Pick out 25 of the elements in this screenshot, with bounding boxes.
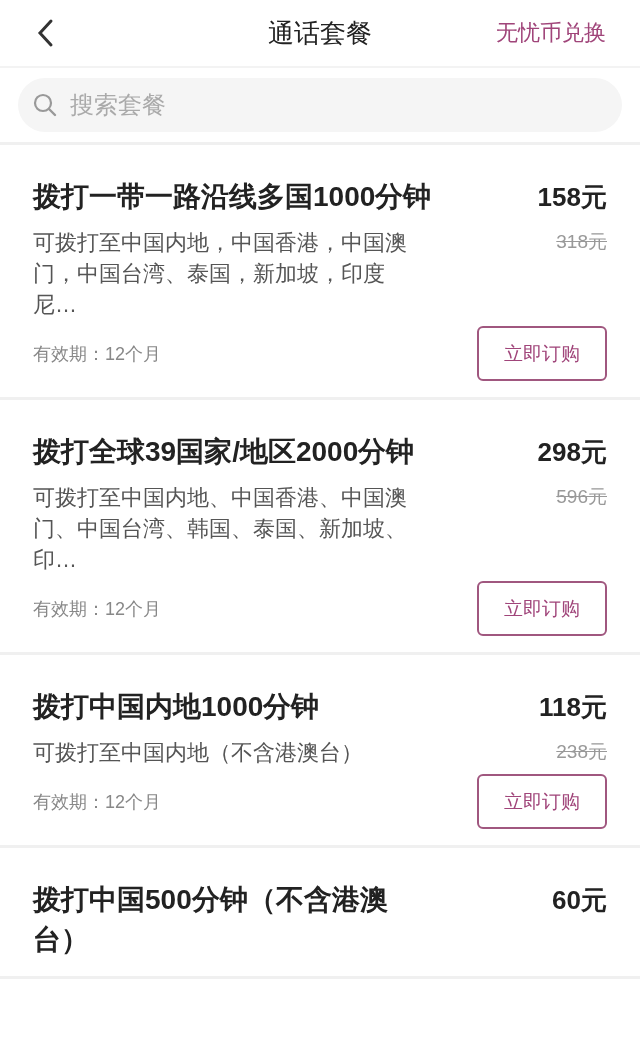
subscribe-button[interactable]: 立即订购 — [477, 581, 607, 636]
page-title: 通话套餐 — [267, 16, 373, 50]
validity-period: 有效期：12个月 — [33, 342, 162, 366]
plan-title: 拨打中国500分钟（不含港澳台） — [33, 883, 389, 957]
validity-period: 有效期：12个月 — [33, 597, 162, 621]
exchange-link[interactable]: 无忧币兑换 — [496, 18, 606, 48]
original-price: 596元 — [555, 485, 607, 509]
plan-title: 拨打中国内地1000分钟 — [33, 690, 321, 724]
search-icon — [32, 92, 58, 118]
subscribe-button[interactable]: 立即订购 — [477, 326, 607, 381]
plan-price: 60元 — [552, 884, 607, 917]
plan-price: 298元 — [537, 436, 607, 469]
plan-title: 拨打全球39国家/地区2000分钟 — [33, 435, 416, 469]
subscribe-button[interactable]: 立即订购 — [477, 774, 607, 829]
plan-description: 可拨打至中国内地（不含港澳台） — [33, 739, 364, 767]
original-price: 238元 — [555, 740, 607, 764]
plan-price: 118元 — [539, 691, 607, 724]
search-field[interactable]: 搜索套餐 — [18, 78, 622, 132]
plan-description: 可拨打至中国内地，中国香港，中国澳门，中国台湾、泰国，新加坡，印度尼… — [33, 229, 408, 319]
plan-price: 158元 — [537, 181, 607, 214]
plan-description: 可拨打至中国内地、中国香港、中国澳门、中国台湾、韩国、泰国、新加坡、印… — [33, 484, 408, 574]
original-price: 318元 — [555, 230, 607, 254]
back-icon[interactable] — [36, 18, 54, 48]
validity-period: 有效期：12个月 — [33, 790, 162, 814]
plan-title: 拨打一带一路沿线多国1000分钟 — [33, 180, 433, 214]
